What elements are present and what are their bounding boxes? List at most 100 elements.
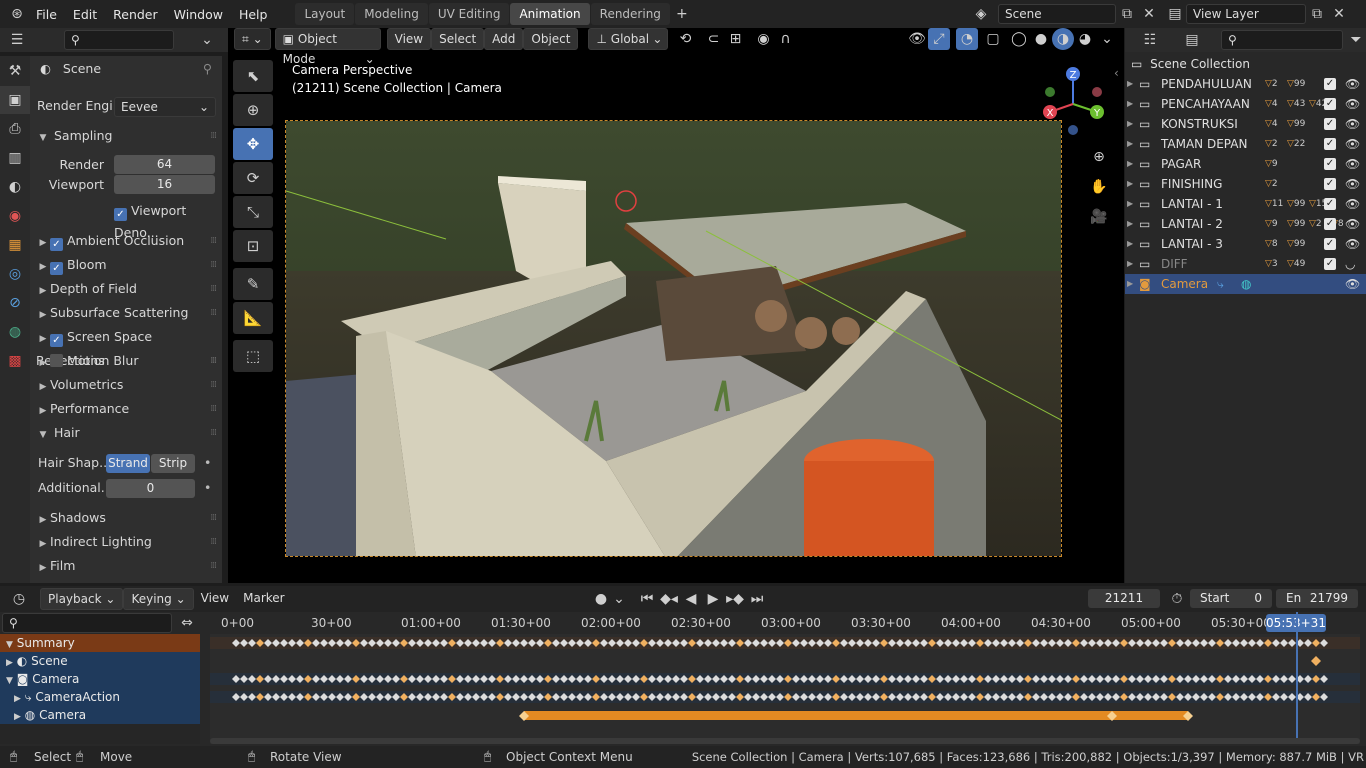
snap-grid-icon[interactable]: ⊞ (724, 28, 746, 50)
render-engine-select[interactable]: Eevee ⌄ (114, 97, 216, 117)
section-volumetrics[interactable]: ▶ Volumetrics ⁞⁞⁞ (30, 374, 222, 396)
caret-right-icon[interactable]: ▶ (6, 658, 13, 668)
outliner-item[interactable]: ▶ ▭ LANTAI - 1 ▽11 ▽99 ▽15 ✓ 👁 (1125, 194, 1366, 214)
proportional-edit-icon[interactable]: ◉ (752, 28, 774, 50)
output-tab-icon[interactable]: ⎙ (0, 115, 30, 143)
wireframe-shading-icon[interactable]: ◯ (1008, 28, 1030, 50)
eye-icon[interactable]: 👁 (1345, 134, 1360, 154)
new-scene-icon[interactable]: ⧉ (1116, 3, 1138, 25)
section-bloom[interactable]: ▶ ✓ Bloom ⁞⁞⁞ (30, 254, 222, 276)
solid-shading-icon[interactable]: ● (1030, 28, 1052, 50)
next-keyframe-icon[interactable]: ▸◆ (724, 588, 746, 610)
add-cube-tool-icon[interactable]: ⬚ (233, 340, 273, 372)
expand-arrow-icon[interactable]: ▶ (1127, 154, 1133, 174)
eye-icon[interactable]: 👁 (1345, 274, 1360, 294)
outliner-editor-icon[interactable]: ☷ (1139, 29, 1161, 51)
camera-data-tab-icon[interactable]: ◍ (0, 318, 30, 346)
eye-icon[interactable]: 👁 (1345, 74, 1360, 94)
texture-tab-icon[interactable]: ▩ (0, 347, 30, 375)
section-indirect-lighting[interactable]: ▶ Indirect Lighting ⁞⁞⁞ (30, 531, 222, 553)
pivot-icon[interactable]: ⟲ (674, 28, 696, 50)
drag-handle-icon[interactable]: ⁞⁞⁞ (210, 350, 217, 372)
jump-end-icon[interactable]: ⏭ (746, 588, 768, 610)
drag-handle-icon[interactable]: ⁞⁞⁞ (210, 125, 217, 147)
tab-rendering[interactable]: Rendering (590, 3, 670, 25)
timeline-editor-icon[interactable]: ◷ (8, 588, 30, 610)
section-checkbox[interactable] (50, 354, 63, 367)
section-film[interactable]: ▶ Film ⁞⁞⁞ (30, 555, 222, 577)
expand-arrow-icon[interactable]: ▶ (1127, 94, 1133, 114)
exclude-checkbox[interactable]: ✓ (1324, 238, 1336, 250)
properties-search-input[interactable]: ⚲ (64, 30, 174, 50)
play-reverse-icon[interactable]: ◀ (680, 588, 702, 610)
caret-right-icon[interactable]: ▶ (14, 712, 21, 722)
add-workspace-icon[interactable]: + (671, 3, 693, 25)
channel-row[interactable]: ▼ ◙ Camera (0, 670, 200, 688)
play-icon[interactable]: ▶ (702, 588, 724, 610)
viewport-denoise-row[interactable]: ✓ Viewport Deno... (30, 200, 222, 240)
select-tool-icon[interactable]: ⬉ (233, 60, 273, 92)
section-performance[interactable]: ▶ Performance ⁞⁞⁞ (30, 398, 222, 420)
eye-icon[interactable]: 👁 (1345, 154, 1360, 174)
additional-field[interactable]: 0 (106, 479, 195, 498)
exclude-checkbox[interactable]: ✓ (1324, 98, 1336, 110)
start-frame-field[interactable]: Start 0 (1190, 589, 1272, 608)
menu-view[interactable]: View (386, 28, 432, 50)
x-axis-label[interactable]: X (1047, 108, 1054, 119)
drag-handle-icon[interactable]: ⁞⁞⁞ (210, 398, 217, 420)
menu-help[interactable]: Help (231, 7, 276, 22)
camera-frame[interactable] (285, 120, 1062, 557)
playhead-line[interactable] (1296, 612, 1298, 744)
viewport-samples-field[interactable]: 16 (114, 175, 215, 194)
transform-tool-icon[interactable]: ⊡ (233, 230, 273, 262)
expand-arrow-icon[interactable]: ▶ (1127, 174, 1133, 194)
drag-handle-icon[interactable]: ⁞⁞⁞ (210, 254, 217, 276)
section-checkbox[interactable]: ✓ (50, 334, 63, 347)
outliner-item[interactable]: ▶ ▭ TAMAN DEPAN ▽2 ▽22 ✓ 👁 (1125, 134, 1366, 154)
scene-tab-icon[interactable]: ◐ (0, 173, 30, 201)
menu-object[interactable]: Object (523, 28, 579, 50)
drag-handle-icon[interactable]: ⁞⁞⁞ (210, 555, 217, 577)
display-mode-icon[interactable]: ▤ (1181, 29, 1203, 51)
scale-tool-icon[interactable]: ⤡ (233, 196, 273, 228)
zoom-icon[interactable]: ⊕ (1088, 146, 1110, 168)
render-tab-icon[interactable]: ▣ (0, 86, 30, 114)
channel-row[interactable]: ▶ ◍ Camera (0, 706, 200, 724)
outliner-search-input[interactable]: ⚲ (1221, 30, 1343, 50)
marker-menu[interactable]: Marker (236, 588, 291, 610)
record-options-icon[interactable]: ⌄ (612, 588, 626, 610)
outliner-item[interactable]: ▶ ▭ DIFF ▽3 ▽49 ✓ ◡ (1125, 254, 1366, 274)
section-shadows[interactable]: ▶ Shadows ⁞⁞⁞ (30, 507, 222, 529)
scene-name-field[interactable]: Scene (998, 4, 1116, 24)
tab-uv-editing[interactable]: UV Editing (428, 3, 510, 25)
caret-down-icon[interactable]: ▼ (6, 640, 13, 650)
channel-search-input[interactable]: ⚲ (2, 613, 172, 633)
overlay-icon[interactable]: ◔ (956, 28, 978, 50)
chevron-down-icon[interactable]: ⌄ (196, 29, 218, 51)
shading-options-icon[interactable]: ⌄ (1096, 28, 1118, 50)
menu-edit[interactable]: Edit (65, 7, 105, 22)
blender-logo-icon[interactable]: ⊛ (6, 3, 28, 25)
outliner-item[interactable]: ▶ ◙ Camera ⤷ ◍ 👁 (1125, 274, 1366, 294)
delete-view-layer-icon[interactable]: ✕ (1328, 3, 1350, 25)
gizmo-toggle-icon[interactable]: ⤢ (928, 28, 950, 50)
exclude-checkbox[interactable]: ✓ (1324, 218, 1336, 230)
xray-icon[interactable]: ▢ (982, 28, 1004, 50)
outliner-item[interactable]: ▶ ▭ KONSTRUKSI ▽4 ▽99 ✓ 👁 (1125, 114, 1366, 134)
pin-icon[interactable]: ⚲ (203, 58, 212, 80)
section-subsurface-scattering[interactable]: ▶ Subsurface Scattering ⁞⁞⁞ (30, 302, 222, 324)
end-frame-field[interactable]: En 21799 (1276, 589, 1358, 608)
outliner-item[interactable]: ▶ ▭ FINISHING ▽2 ✓ 👁 (1125, 174, 1366, 194)
menu-add[interactable]: Add (484, 28, 524, 50)
rendered-shading-icon[interactable]: ◕ (1074, 28, 1096, 50)
expand-arrow-icon[interactable]: ▶ (1127, 274, 1133, 294)
expand-arrow-icon[interactable]: ▶ (1127, 114, 1133, 134)
exclude-checkbox[interactable]: ✓ (1324, 118, 1336, 130)
visibility-icon[interactable]: 👁 (906, 28, 928, 50)
hair-strand-button[interactable]: Strand (106, 454, 150, 473)
exclude-checkbox[interactable]: ✓ (1324, 178, 1336, 190)
eye-icon[interactable]: 👁 (1345, 114, 1360, 134)
channel-row[interactable]: ▶ ◐ Scene (0, 652, 200, 670)
move-tool-icon[interactable]: ✥ (233, 128, 273, 160)
prev-keyframe-icon[interactable]: ◆◂ (658, 588, 680, 610)
